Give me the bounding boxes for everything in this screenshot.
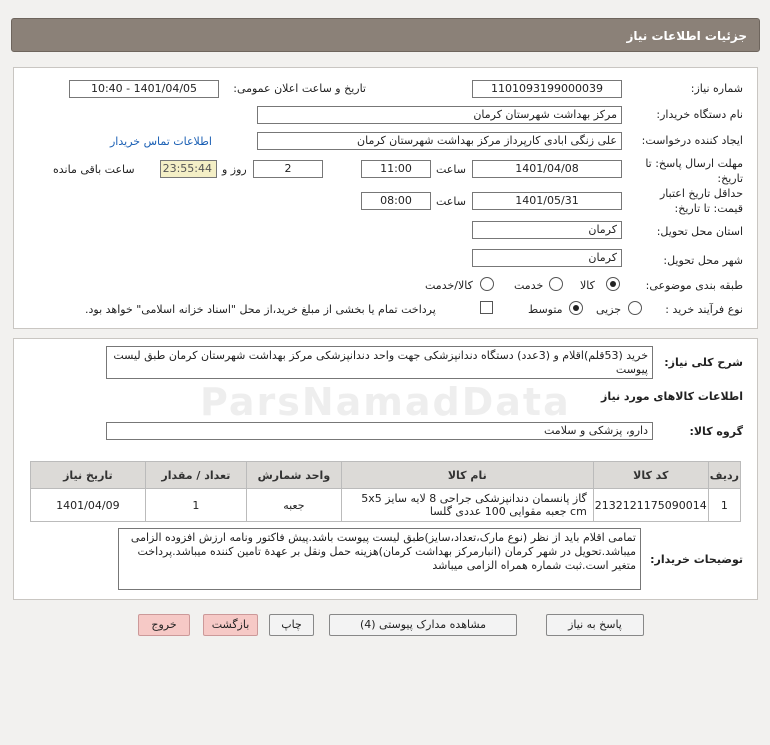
category-goods-label: کالا [580, 279, 595, 292]
row-date: 1401/04/09 [30, 488, 146, 522]
validity-time-label: ساعت [436, 195, 466, 208]
category-goods-service-label: کالا/خدمت [425, 279, 473, 292]
goods-table-header: ردیف کد کالا نام کالا واحد شمارش تعداد /… [30, 461, 742, 489]
table-row: 1 2132121175090014 گاز پانسمان دندانپزشک… [30, 488, 742, 522]
goods-group-field: دارو، پزشکی و سلامت [106, 422, 653, 440]
buyer-field: مرکز بهداشت شهرستان کرمان [257, 106, 622, 124]
deadline-date-field: 1401/04/08 [472, 160, 622, 178]
days-field: 2 [253, 160, 323, 178]
row-name: گاز پانسمان دندانپزشکی جراحی 8 لایه سایز… [340, 488, 594, 522]
notes-textarea: تمامی اقلام باید از نظر (نوع مارک،تعداد،… [118, 528, 641, 590]
back-button[interactable]: بازگشت [203, 614, 258, 636]
need-number-label: شماره نیاز: [690, 82, 743, 95]
deadline-label: مهلت ارسال پاسخ: تا تاریخ: [645, 157, 743, 185]
row-unit: جعبه [246, 488, 342, 522]
page-title: جزئیات اطلاعات نیاز [11, 18, 760, 52]
category-goods-service-radio[interactable] [480, 277, 494, 291]
validity-label: حداقل تاریخ اعتبار قیمت: تا تاریخ: [659, 187, 743, 215]
col-code: کد کالا [592, 461, 709, 489]
province-label: استان محل تحویل: [656, 225, 743, 238]
days-label: روز و [222, 163, 247, 176]
creator-field: علی زنگی ابادی کارپرداز مرکز بهداشت شهرس… [257, 132, 622, 150]
description-textarea: خرید (53قلم)اقلام و (3عدد) دستگاه دندانپ… [106, 346, 653, 379]
announce-label: تاریخ و ساعت اعلان عمومی: [233, 82, 366, 95]
description-label: شرح کلی نیاز: [664, 356, 743, 369]
remaining-time-field: 23:55:44 [160, 160, 217, 178]
purchase-medium-radio[interactable] [569, 301, 583, 315]
row-code: 2132121175090014 [592, 488, 709, 522]
treasury-payment-note: پرداخت تمام یا بخشی از مبلغ خرید،از محل … [85, 303, 436, 316]
purchase-medium-label: متوسط [528, 303, 563, 316]
row-index: 1 [707, 488, 742, 522]
buyer-contact-link[interactable]: اطلاعات تماس خریدار [110, 135, 212, 148]
need-number-field: 1101093199000039 [472, 80, 622, 98]
reply-button[interactable]: پاسخ به نیاز [546, 614, 644, 636]
treasury-payment-checkbox[interactable] [480, 301, 493, 314]
col-index: ردیف [707, 461, 742, 489]
purchase-minor-label: جزیی [596, 303, 622, 316]
category-service-radio[interactable] [549, 277, 563, 291]
deadline-time-field: 11:00 [361, 160, 431, 178]
view-attachments-button[interactable]: مشاهده مدارک پیوستی (4) [329, 614, 517, 636]
category-goods-radio[interactable] [606, 277, 620, 291]
validity-date-field: 1401/05/31 [472, 192, 622, 210]
notes-label: توضیحات خریدار: [650, 553, 743, 566]
announce-field: 1401/04/05 - 10:40 [69, 80, 219, 98]
category-service-label: خدمت [514, 279, 544, 292]
print-button[interactable]: چاپ [269, 614, 314, 636]
creator-label: ایجاد کننده درخواست: [641, 134, 743, 147]
validity-time-field: 08:00 [361, 192, 431, 210]
row-qty: 1 [144, 488, 248, 522]
buyer-label: نام دستگاه خریدار: [656, 108, 743, 121]
city-field: کرمان [472, 249, 622, 267]
exit-button[interactable]: خروج [138, 614, 190, 636]
goods-table: ردیف کد کالا نام کالا واحد شمارش تعداد /… [30, 461, 742, 522]
col-unit: واحد شمارش [246, 461, 342, 489]
col-qty: تعداد / مقدار [144, 461, 248, 489]
remaining-label: ساعت باقی مانده [53, 163, 135, 176]
province-field: کرمان [472, 221, 622, 239]
purchase-minor-radio[interactable] [628, 301, 642, 315]
col-name: نام کالا [340, 461, 594, 489]
col-date: تاریخ نیاز [30, 461, 146, 489]
deadline-time-label: ساعت [436, 163, 466, 176]
watermark: ParsNamadData [200, 380, 571, 424]
purchase-type-label: نوع فرآیند خرید : [665, 303, 743, 316]
goods-section-title: اطلاعات کالاهای مورد نیاز [601, 390, 743, 403]
goods-group-label: گروه کالا: [689, 425, 743, 438]
city-label: شهر محل تحویل: [663, 254, 743, 267]
category-label: طبقه بندی موضوعی: [645, 279, 743, 292]
